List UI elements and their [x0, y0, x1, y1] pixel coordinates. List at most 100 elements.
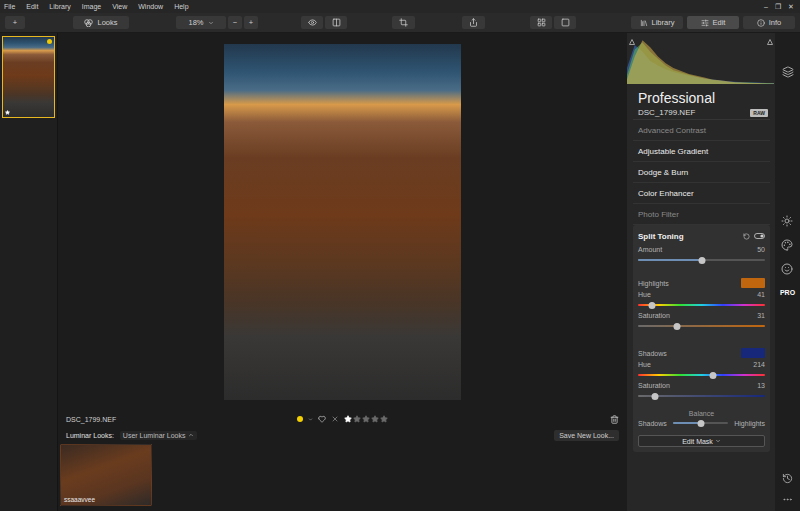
- star-icon[interactable]: [362, 415, 370, 423]
- reset-icon[interactable]: [743, 233, 750, 240]
- menu-item[interactable]: Edit: [26, 3, 38, 10]
- filmstrip-thumbnail[interactable]: [2, 36, 55, 118]
- slider-reading: 41: [757, 291, 765, 298]
- slider-knob[interactable]: [697, 420, 704, 427]
- single-view-button[interactable]: [554, 16, 576, 29]
- filter-row[interactable]: Adjustable Gradient: [633, 141, 770, 162]
- toggle-icon[interactable]: [754, 233, 765, 239]
- slider[interactable]: [638, 390, 765, 402]
- mode-tab[interactable]: Library: [631, 16, 683, 29]
- menu-item[interactable]: File: [4, 3, 15, 10]
- trash-icon[interactable]: [610, 415, 619, 424]
- slider[interactable]: [638, 320, 765, 332]
- app-window: File Edit Library Image View Window Help –❐ ✕ + Lo…: [0, 0, 800, 511]
- info-bar: DSC_1799.NEF: [58, 410, 627, 428]
- history-icon[interactable]: [782, 473, 793, 484]
- window-control[interactable]: ❐: [775, 3, 781, 11]
- mode-tab[interactable]: Info: [743, 16, 795, 29]
- menu-item[interactable]: View: [112, 3, 127, 10]
- color-swatch[interactable]: [741, 278, 765, 288]
- balance-row: Shadows Highlights: [638, 417, 765, 429]
- look-thumbnail[interactable]: ssaaavvee: [60, 444, 152, 506]
- star-icon[interactable]: [353, 415, 361, 423]
- highlight-clip-icon[interactable]: [767, 39, 773, 45]
- slider-label: Saturation: [638, 312, 670, 319]
- photo: [224, 44, 461, 400]
- side-tab[interactable]: [781, 262, 793, 275]
- slider-knob[interactable]: [698, 257, 705, 264]
- side-tab[interactable]: [781, 214, 793, 227]
- histogram-series: [627, 40, 774, 84]
- shadow-clip-icon[interactable]: [629, 39, 635, 45]
- single-view-icon: [561, 18, 570, 27]
- filter-row[interactable]: Dodge & Burn: [633, 162, 770, 183]
- zoom-select[interactable]: 18%: [176, 16, 226, 29]
- slider[interactable]: [638, 299, 765, 311]
- slider-track[interactable]: [638, 374, 765, 376]
- balance-slider[interactable]: [673, 417, 728, 429]
- zoom-out-button[interactable]: −: [228, 16, 242, 29]
- star-rating[interactable]: [344, 415, 388, 423]
- workspace-title[interactable]: Professional: [633, 90, 770, 106]
- looks-button[interactable]: Looks: [73, 16, 129, 29]
- histogram-chart: [627, 36, 774, 84]
- compare-button[interactable]: [325, 16, 347, 29]
- slider-track[interactable]: [638, 325, 765, 327]
- main-area: DSC_1799.NEF Luminar Looks:User Luminar L…: [0, 33, 800, 511]
- color-label[interactable]: [297, 416, 303, 422]
- mode-tab[interactable]: Edit: [687, 16, 739, 29]
- filter-row[interactable]: Color Enhancer: [633, 183, 770, 204]
- side-tab[interactable]: [781, 238, 793, 251]
- filter-row[interactable]: Advanced Contrast: [633, 120, 770, 141]
- slider[interactable]: [638, 254, 765, 266]
- crop-icon: [399, 18, 408, 27]
- balance-left-label: Shadows: [638, 420, 667, 427]
- star-icon[interactable]: [371, 415, 379, 423]
- reject-icon[interactable]: [331, 415, 339, 423]
- slider-knob[interactable]: [710, 372, 717, 379]
- slider-knob[interactable]: [651, 393, 658, 400]
- slider-label: Hue: [638, 291, 651, 298]
- filter-row[interactable]: Photo Filter: [633, 204, 770, 225]
- looks-row: Luminar Looks:User Luminar LooksSave New…: [58, 428, 627, 442]
- menu-item[interactable]: Help: [174, 3, 188, 10]
- crop-button[interactable]: [392, 16, 415, 29]
- section-header[interactable]: Split Toning: [638, 227, 765, 245]
- zoom-in-button[interactable]: +: [244, 16, 258, 29]
- slider-knob[interactable]: [674, 323, 681, 330]
- slider-knob[interactable]: [649, 302, 656, 309]
- tone-group: ShadowsHue214Saturation13: [638, 332, 765, 402]
- menu-item[interactable]: Image: [82, 3, 101, 10]
- slider-label: Amount: [638, 246, 662, 253]
- menu-item[interactable]: Window: [138, 3, 163, 10]
- slider-label-row: Amount50: [638, 245, 765, 254]
- color-swatch[interactable]: [741, 348, 765, 358]
- star-icon[interactable]: [344, 415, 352, 423]
- tone-group-header: Highlights: [638, 276, 765, 290]
- slider-row: Hue 41: [638, 290, 765, 311]
- window-control[interactable]: –: [764, 3, 768, 11]
- heart-icon[interactable]: [318, 415, 326, 423]
- filename: DSC_1799.NEF: [66, 416, 297, 423]
- slider[interactable]: [638, 369, 765, 381]
- window-control[interactable]: ✕: [788, 3, 794, 11]
- balance-right-label: Highlights: [734, 420, 765, 427]
- grid-view-button[interactable]: [530, 16, 552, 29]
- raw-badge: RAW: [750, 109, 768, 117]
- slider-label-row: Saturation31: [638, 311, 765, 320]
- layers-icon[interactable]: [782, 66, 794, 78]
- slider-track[interactable]: [638, 304, 765, 306]
- side-tab[interactable]: PRO: [780, 286, 795, 299]
- slider-fill: [638, 259, 702, 261]
- save-look-button[interactable]: Save New Look...: [554, 430, 619, 441]
- preview-button[interactable]: [301, 16, 323, 29]
- star-icon[interactable]: [380, 415, 388, 423]
- looks-category-select[interactable]: User Luminar Looks: [120, 431, 197, 440]
- more-icon[interactable]: [782, 494, 793, 505]
- slider-label: Saturation: [638, 382, 670, 389]
- share-button[interactable]: [462, 16, 485, 29]
- add-button[interactable]: +: [5, 16, 25, 29]
- chevron-down-icon[interactable]: [308, 417, 313, 422]
- edit-mask-button[interactable]: Edit Mask: [638, 435, 765, 447]
- menu-item[interactable]: Library: [49, 3, 70, 10]
